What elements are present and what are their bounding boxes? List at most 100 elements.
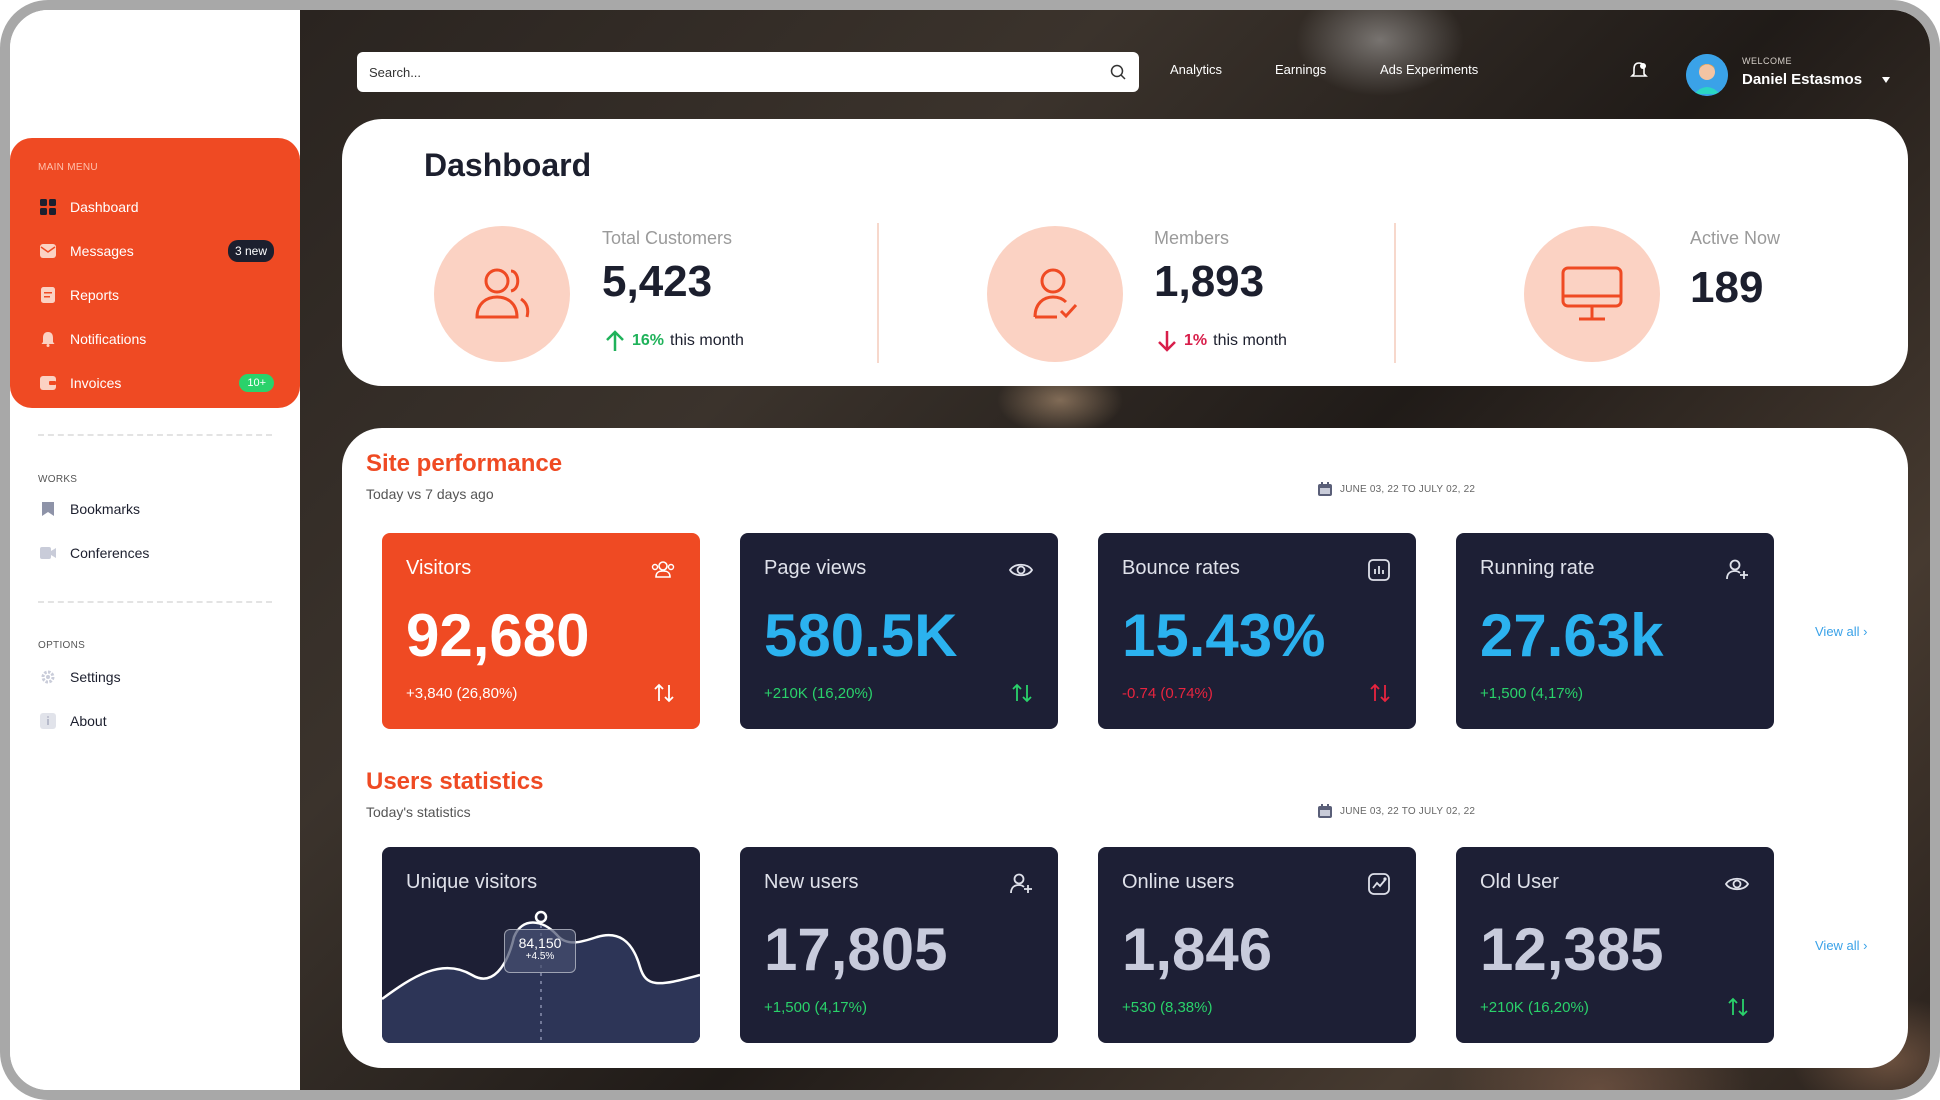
view-all-link[interactable]: View all › bbox=[1815, 624, 1868, 639]
sidebar-item-label: Dashboard bbox=[70, 199, 139, 215]
metric-card-online-users[interactable]: Online users 1,846 +530 (8,38%) bbox=[1098, 847, 1416, 1043]
section-subtitle: Today vs 7 days ago bbox=[366, 486, 494, 502]
metric-label: Old User bbox=[1480, 871, 1559, 893]
stat-value: 1,893 bbox=[1154, 257, 1265, 306]
search-icon[interactable] bbox=[1109, 63, 1127, 81]
metric-value: 15.43% bbox=[1122, 602, 1326, 669]
sidebar-item-messages[interactable]: Messages 3 new bbox=[10, 234, 300, 268]
page-title: Dashboard bbox=[424, 147, 592, 183]
metric-card-new-users[interactable]: New users 17,805 +1,500 (4,17%) bbox=[740, 847, 1058, 1043]
section-title: Site performance bbox=[366, 450, 563, 477]
users-icon bbox=[475, 268, 530, 319]
members-icon-circle bbox=[987, 226, 1123, 362]
video-icon bbox=[39, 544, 57, 562]
nav-analytics[interactable]: Analytics bbox=[1170, 62, 1222, 77]
stat-change-suffix: this month bbox=[670, 332, 744, 349]
sidebar-item-conferences[interactable]: Conferences bbox=[10, 538, 300, 568]
sidebar-item-about[interactable]: About bbox=[10, 706, 300, 736]
metric-value: 27.63k bbox=[1480, 602, 1664, 669]
sidebar-item-bookmarks[interactable]: Bookmarks bbox=[10, 494, 300, 524]
date-range[interactable]: JUNE 03, 22 TO JULY 02, 22 bbox=[1318, 482, 1475, 496]
sort-arrows-icon bbox=[654, 683, 674, 703]
avatar[interactable] bbox=[1686, 54, 1728, 96]
device-frame: MAIN MENU Dashboard Messages 3 new Repor… bbox=[0, 0, 1940, 1100]
metric-label: Online users bbox=[1122, 871, 1235, 893]
tooltip-value: 84,150 bbox=[518, 935, 562, 951]
stat-change: 1% this month bbox=[1156, 329, 1287, 353]
metric-card-page-views[interactable]: Page views 580.5K +210K (16,20%) bbox=[740, 533, 1058, 729]
sort-arrows-icon bbox=[1012, 683, 1032, 703]
monitor-icon bbox=[1561, 266, 1623, 321]
bell-icon bbox=[39, 330, 57, 348]
section-subtitle: Today's statistics bbox=[366, 804, 471, 820]
sort-arrows-icon bbox=[1370, 683, 1390, 703]
eye-icon bbox=[1724, 877, 1750, 891]
stat-value: 189 bbox=[1690, 263, 1764, 312]
metric-value: 17,805 bbox=[764, 916, 948, 983]
metric-value: 580.5K bbox=[764, 602, 958, 669]
date-range-text: JUNE 03, 22 TO JULY 02, 22 bbox=[1340, 805, 1476, 817]
metric-card-bounce-rates[interactable]: Bounce rates 15.43% -0.74 (0.74%) bbox=[1098, 533, 1416, 729]
welcome-text: WELCOME bbox=[1742, 56, 1793, 66]
sidebar-item-dashboard[interactable]: Dashboard bbox=[10, 190, 300, 224]
envelope-icon bbox=[39, 242, 57, 260]
main-menu-label: MAIN MENU bbox=[38, 162, 98, 173]
chevron-down-icon[interactable] bbox=[1881, 76, 1891, 84]
metric-card-visitors[interactable]: Visitors 92,680 +3,840 (26,80%) bbox=[382, 533, 700, 729]
sidebar-item-reports[interactable]: Reports bbox=[10, 278, 300, 312]
active-indicator bbox=[0, 200, 4, 214]
calendar-icon bbox=[1318, 804, 1332, 818]
metric-value: 1,846 bbox=[1122, 916, 1273, 983]
gear-icon bbox=[39, 668, 57, 686]
metric-delta: +210K (16,20%) bbox=[1480, 999, 1589, 1016]
sidebar-item-label: Bookmarks bbox=[70, 501, 141, 517]
arrow-down-icon bbox=[1158, 331, 1176, 352]
search-bar[interactable] bbox=[357, 52, 1139, 92]
nav-ads-experiments[interactable]: Ads Experiments bbox=[1380, 62, 1478, 77]
sidebar-item-label: About bbox=[70, 713, 107, 729]
sidebar-divider bbox=[38, 434, 272, 436]
document-icon bbox=[39, 286, 57, 304]
main-menu: MAIN MENU Dashboard Messages 3 new Repor… bbox=[10, 138, 300, 408]
active-icon-circle bbox=[1524, 226, 1660, 362]
date-range[interactable]: JUNE 03, 22 TO JULY 02, 22 bbox=[1318, 804, 1475, 818]
users-icon bbox=[651, 561, 675, 578]
metric-label: Unique visitors bbox=[406, 871, 538, 893]
section-title: Users statistics bbox=[366, 768, 544, 795]
date-range-text: JUNE 03, 22 TO JULY 02, 22 bbox=[1340, 483, 1476, 495]
sidebar-item-notifications[interactable]: Notifications bbox=[10, 322, 300, 356]
notification-bell-icon[interactable] bbox=[1628, 60, 1650, 82]
search-input[interactable] bbox=[369, 64, 1109, 80]
chart-tooltip: 84,150 +4.5% bbox=[504, 929, 576, 973]
metric-delta: +1,500 (4,17%) bbox=[764, 999, 867, 1016]
user-plus-icon bbox=[1726, 559, 1748, 580]
sidebar-item-invoices[interactable]: Invoices 10+ bbox=[10, 366, 300, 400]
stat-label: Active Now bbox=[1690, 228, 1781, 248]
stat-label: Total Customers bbox=[602, 228, 733, 248]
dashboard-card: Dashboard Total Customers 5,423 16% this… bbox=[342, 119, 1908, 386]
metric-delta: +3,840 (26,80%) bbox=[406, 685, 518, 702]
customers-icon-circle bbox=[434, 226, 570, 362]
stat-change: 16% this month bbox=[604, 329, 744, 353]
sort-arrows-icon bbox=[1728, 997, 1748, 1017]
metric-label: New users bbox=[764, 871, 859, 893]
sidebar-item-settings[interactable]: Settings bbox=[10, 662, 300, 692]
invoices-badge: 10+ bbox=[239, 374, 274, 392]
nav-earnings[interactable]: Earnings bbox=[1275, 62, 1326, 77]
view-all-link[interactable]: View all › bbox=[1815, 938, 1868, 953]
metric-label: Visitors bbox=[406, 557, 472, 579]
sidebar-divider bbox=[38, 601, 272, 603]
stat-change-value: 1% bbox=[1184, 332, 1208, 349]
metric-card-running-rate[interactable]: Running rate 27.63k +1,500 (4,17%) bbox=[1456, 533, 1774, 729]
user-name[interactable]: Daniel Estasmos bbox=[1742, 71, 1862, 88]
bookmark-icon bbox=[39, 500, 57, 518]
metric-card-old-user[interactable]: Old User 12,385 +210K (16,20%) bbox=[1456, 847, 1774, 1043]
metric-card-unique-visitors[interactable]: Unique visitors 84,150 +4.5% bbox=[382, 847, 700, 1043]
user-check-icon bbox=[1033, 268, 1078, 319]
info-icon bbox=[39, 712, 57, 730]
metric-label: Running rate bbox=[1480, 557, 1595, 579]
tooltip-delta: +4.5% bbox=[525, 951, 555, 962]
sidebar-item-label: Messages bbox=[70, 243, 134, 259]
metric-label: Bounce rates bbox=[1122, 557, 1240, 579]
arrow-up-icon bbox=[606, 330, 624, 351]
